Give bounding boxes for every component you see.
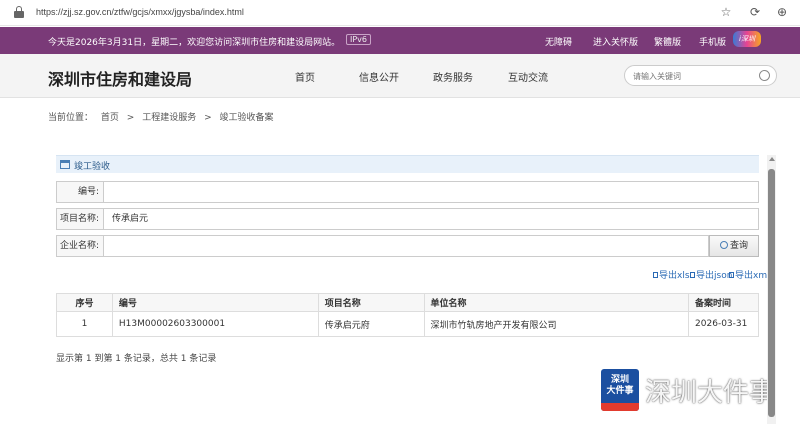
col-number[interactable]: 编号	[111, 293, 319, 312]
i-shenzhen-logo[interactable]: i深圳	[733, 31, 761, 47]
company-name-label: 企业名称:	[56, 235, 104, 257]
site-title[interactable]: 深圳市住房和建设局	[48, 66, 192, 90]
nav-home[interactable]: 首页	[295, 69, 315, 84]
site-header: 深圳市住房和建设局 首页 信息公开 政务服务 互动交流	[0, 54, 800, 98]
export-xls-label: 导出xls	[659, 271, 690, 281]
col-index[interactable]: 序号	[56, 293, 113, 312]
nav-gov-service[interactable]: 政务服务	[433, 69, 473, 84]
export-xml-label: 导出xml	[735, 271, 770, 281]
welcome-text: 今天是2026年3月31日，星期二，欢迎您访问深圳市住房和建设局网站。	[48, 38, 341, 48]
search-input[interactable]	[633, 69, 753, 83]
nav-interaction[interactable]: 互动交流	[508, 69, 548, 84]
breadcrumb-separator: >	[204, 113, 212, 123]
lock-icon	[14, 6, 24, 18]
project-name-input[interactable]: 传承启元	[104, 208, 759, 230]
export-json-label: 导出json	[696, 271, 733, 281]
watermark-logo-line1: 深圳	[610, 375, 629, 385]
header-search	[624, 65, 777, 86]
export-icon	[729, 272, 734, 278]
watermark-text: 深圳大件事	[645, 378, 776, 408]
traditional-chinese-link[interactable]: 繁體版	[654, 35, 681, 48]
watermark-logo: 深圳 大件事	[601, 369, 639, 411]
table-header-row: 序号 编号 项目名称 单位名称 备案时间	[56, 293, 759, 312]
export-icon	[653, 272, 658, 278]
nav-info-disclosure[interactable]: 信息公开	[359, 69, 399, 84]
company-name-input[interactable]	[104, 235, 709, 257]
breadcrumb-engineering[interactable]: 工程建设服务	[142, 113, 196, 123]
pagination-info: 显示第 1 到第 1 条记录，总共 1 条记录	[56, 354, 217, 364]
query-button[interactable]: 查询	[709, 235, 759, 257]
breadcrumb-home[interactable]: 首页	[101, 113, 119, 123]
export-json-link[interactable]: 导出json	[690, 268, 732, 281]
export-xml-link[interactable]: 导出xml	[729, 268, 770, 281]
breadcrumb: 当前位置： 首页 > 工程建设服务 > 竣工验收备案	[48, 110, 279, 123]
breadcrumb-separator: >	[126, 113, 135, 123]
query-button-label: 查询	[729, 241, 748, 251]
export-icon	[690, 272, 695, 278]
browser-address-bar: https://zjj.sz.gov.cn/ztfw/gcjs/xmxx/jgy…	[0, 0, 800, 26]
calendar-icon	[60, 160, 70, 169]
scroll-up-icon[interactable]	[768, 157, 775, 161]
extension-icon[interactable]: ⊕	[775, 5, 789, 19]
section-header: 竣工验收	[56, 155, 759, 173]
export-xls-link[interactable]: 导出xls	[653, 268, 690, 281]
number-label: 编号:	[56, 181, 104, 203]
col-company-name[interactable]: 单位名称	[423, 293, 690, 312]
ipv6-badge: IPv6	[346, 34, 372, 45]
search-icon[interactable]	[759, 70, 770, 81]
search-icon	[719, 241, 728, 249]
watermark-logo-line2: 大件事	[606, 386, 634, 396]
number-row: 编号:	[56, 181, 759, 203]
project-name-label: 项目名称:	[56, 208, 104, 230]
refresh-icon[interactable]: ⟳	[748, 5, 762, 19]
star-icon[interactable]: ☆	[719, 5, 733, 19]
breadcrumb-label: 当前位置：	[48, 113, 94, 123]
company-name-row: 企业名称: 查询	[56, 235, 759, 257]
col-record-date[interactable]: 备案时间	[688, 293, 759, 312]
cell-record-date: 2026-03-31	[688, 311, 759, 337]
results-table: 序号 编号 项目名称 单位名称 备案时间 1 H13M0000260330000…	[56, 293, 759, 337]
cell-company-name: 深圳市竹轨房地产开发有限公司	[423, 311, 690, 337]
scrollbar[interactable]	[767, 155, 776, 424]
breadcrumb-current[interactable]: 竣工验收备案	[220, 113, 274, 123]
project-name-row: 项目名称: 传承启元	[56, 208, 759, 230]
mobile-version-link[interactable]: 手机版	[699, 35, 726, 48]
col-project-name[interactable]: 项目名称	[317, 293, 425, 312]
cell-number: H13M00002603300001	[111, 311, 319, 337]
cell-project-name[interactable]: 传承启元府	[317, 311, 425, 337]
cell-index: 1	[56, 311, 113, 337]
number-input[interactable]	[104, 181, 759, 203]
care-version-link[interactable]: 进入关怀版	[593, 35, 638, 48]
accessibility-link[interactable]: 无障碍	[545, 35, 572, 48]
url-text[interactable]: https://zjj.sz.gov.cn/ztfw/gcjs/xmxx/jgy…	[36, 7, 244, 17]
scrollbar-thumb[interactable]	[768, 169, 775, 417]
section-title: 竣工验收	[74, 162, 111, 172]
top-strip: 今天是2026年3月31日，星期二，欢迎您访问深圳市住房和建设局网站。 IPv6…	[0, 27, 800, 54]
table-row[interactable]: 1 H13M00002603300001 传承启元府 深圳市竹轨房地产开发有限公…	[56, 311, 759, 337]
